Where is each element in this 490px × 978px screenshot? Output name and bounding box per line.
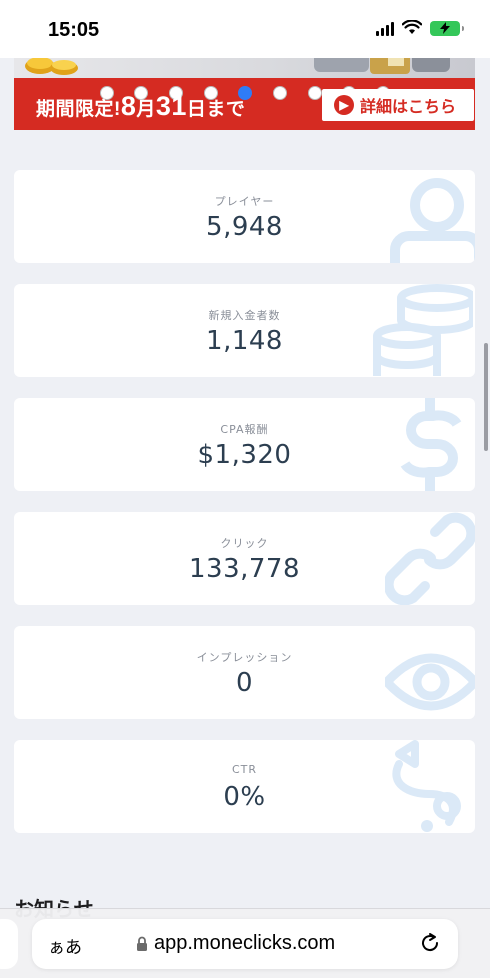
reader-options-button[interactable]: ぁあ [48, 933, 82, 958]
status-time: 15:05 [48, 19, 100, 41]
charging-bolt-icon [440, 22, 450, 34]
battery-icon [430, 20, 464, 36]
status-bar: 15:05 [0, 0, 490, 58]
banner-month-unit: 月 [136, 99, 156, 120]
reload-icon[interactable] [418, 931, 442, 955]
banner-artwork [14, 58, 475, 78]
carousel-dot[interactable] [273, 86, 287, 100]
browser-toolbar: ぁあ app.moneclicks.com [0, 908, 490, 978]
banner-details-button[interactable]: ▶ 詳細はこちら [322, 89, 474, 121]
stat-card-clicks: クリック 133,778 [14, 512, 475, 605]
stat-card-players: プレイヤー 5,948 [14, 170, 475, 263]
chevron-right-icon: ▶ [334, 95, 354, 115]
robot-mascot-icon [314, 58, 450, 74]
stat-card-ctr: CTR 0% [14, 740, 475, 833]
lock-icon [137, 936, 147, 951]
banner-month: 8 [120, 91, 137, 121]
coins-icon [373, 284, 475, 377]
banner-button-label: 詳細はこちら [360, 99, 457, 116]
stat-card-impressions: インプレッション 0 [14, 626, 475, 719]
route-icon [385, 740, 475, 833]
previous-tab[interactable] [0, 919, 18, 969]
banner-prefix: 期間限定! [36, 99, 121, 120]
status-icons [376, 20, 464, 36]
carousel-dot[interactable] [308, 86, 322, 100]
url-text: app.moneclicks.com [154, 932, 336, 954]
user-icon [385, 170, 475, 263]
eye-icon [385, 626, 475, 719]
wifi-icon [402, 20, 422, 34]
url-display[interactable]: app.moneclicks.com [136, 932, 335, 955]
stat-card-cpa-reward: CPA報酬 $1,320 [14, 398, 475, 491]
banner-day: 31 [155, 91, 187, 121]
gold-coins-icon [25, 58, 78, 75]
banner-day-unit: 日まで [186, 99, 246, 120]
dollar-icon [385, 398, 475, 491]
banner-headline: 期間限定!8月31日まで [36, 91, 245, 122]
link-icon [385, 512, 475, 605]
stat-card-new-depositors: 新規入金者数 1,148 [14, 284, 475, 377]
scrollbar-thumb[interactable] [484, 343, 488, 451]
signal-icon [376, 20, 394, 36]
promo-banner[interactable]: 期間限定!8月31日まで ▶ 詳細はこちら [14, 58, 475, 130]
address-bar[interactable]: ぁあ app.moneclicks.com [32, 919, 458, 969]
